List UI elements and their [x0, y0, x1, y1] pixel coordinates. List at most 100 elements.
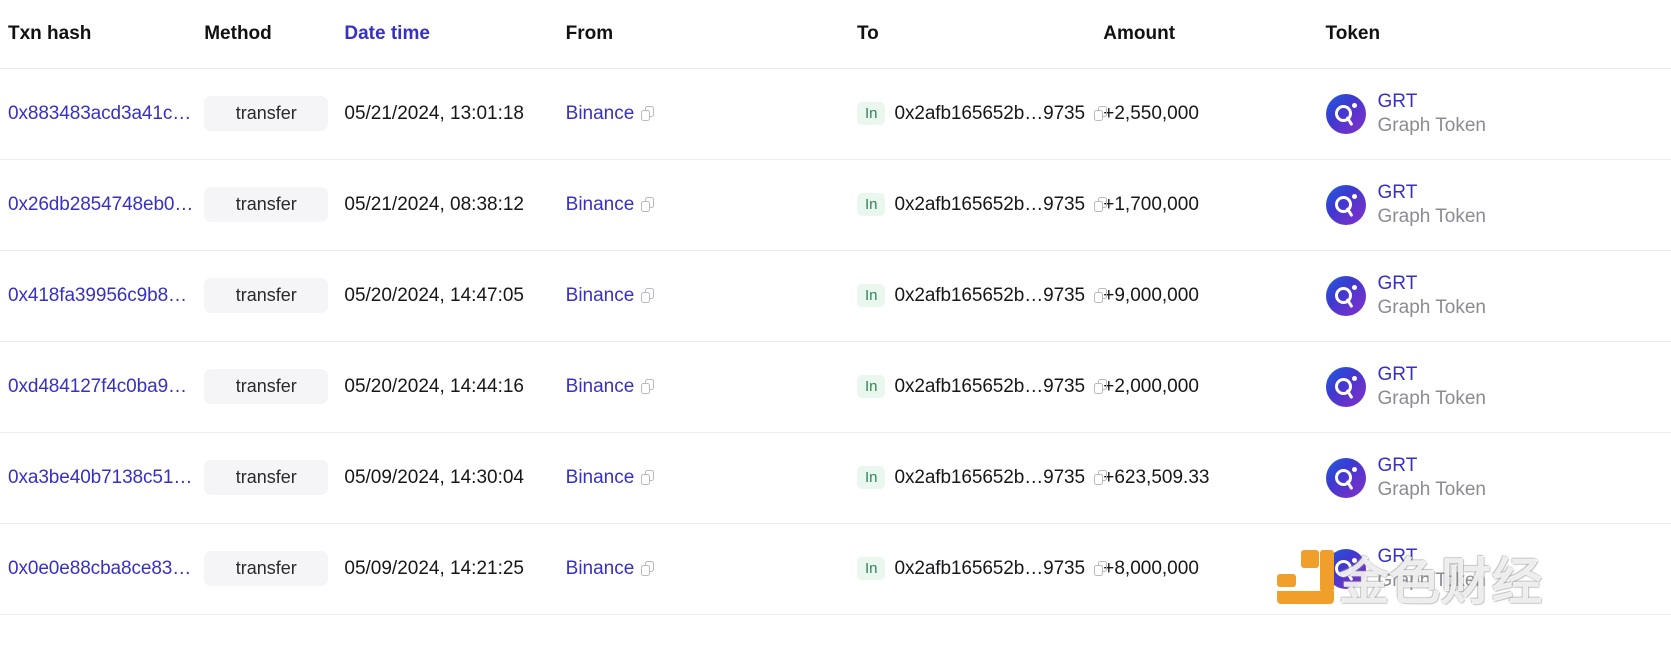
- copy-icon[interactable]: [1094, 197, 1107, 212]
- cell-token: GRTGraph Token: [1326, 341, 1671, 432]
- token-symbol[interactable]: GRT: [1378, 454, 1486, 478]
- cell-date-time: 05/21/2024, 13:01:18: [344, 68, 565, 159]
- txn-hash-link[interactable]: 0x418fa39956c9b8…: [8, 285, 187, 306]
- cell-method: transfer: [202, 341, 344, 432]
- cell-txn-hash: 0x26db2854748eb0…: [0, 159, 202, 250]
- copy-icon[interactable]: [1094, 379, 1107, 394]
- copy-icon[interactable]: [641, 197, 654, 212]
- column-header-date-time-label: Date time: [344, 23, 430, 44]
- method-badge: transfer: [204, 187, 328, 222]
- grt-token-logo-icon: [1326, 367, 1366, 407]
- cell-date-time: 05/20/2024, 14:47:05: [344, 250, 565, 341]
- grt-token-logo-icon: [1326, 185, 1366, 225]
- from-address-link[interactable]: Binance: [566, 376, 635, 398]
- table-header-row: Txn hash Method Date time From To Amount…: [0, 0, 1671, 68]
- table-row[interactable]: 0xd484127f4c0ba9… transfer 05/20/2024, 14:…: [0, 341, 1671, 432]
- from-address-link[interactable]: Binance: [566, 194, 635, 216]
- copy-icon[interactable]: [1094, 561, 1107, 576]
- cell-token: GRTGraph Token: [1326, 159, 1671, 250]
- token-symbol[interactable]: GRT: [1378, 90, 1486, 114]
- grt-token-logo-icon: [1326, 276, 1366, 316]
- txn-hash-link[interactable]: 0xa3be40b7138c51…: [8, 467, 192, 488]
- column-header-txn-hash[interactable]: Txn hash: [0, 0, 202, 68]
- method-badge: transfer: [204, 551, 328, 586]
- cell-method: transfer: [202, 523, 344, 614]
- cell-amount: +623,509.33: [1103, 432, 1325, 523]
- table-row[interactable]: 0x418fa39956c9b8… transfer 05/20/2024, 14:…: [0, 250, 1671, 341]
- cell-method: transfer: [202, 250, 344, 341]
- cell-txn-hash: 0xa3be40b7138c51…: [0, 432, 202, 523]
- to-address: 0x2afb165652b…9735: [894, 376, 1084, 398]
- cell-token: GRTGraph Token: [1326, 250, 1671, 341]
- cell-amount: +9,000,000: [1103, 250, 1325, 341]
- copy-icon[interactable]: [1094, 106, 1107, 121]
- from-address-link[interactable]: Binance: [566, 558, 635, 580]
- from-address-link[interactable]: Binance: [566, 467, 635, 489]
- copy-icon[interactable]: [641, 561, 654, 576]
- grt-token-logo-icon: [1326, 94, 1366, 134]
- method-badge: transfer: [204, 369, 328, 404]
- token-symbol[interactable]: GRT: [1378, 181, 1486, 205]
- direction-badge: In: [857, 284, 886, 307]
- table-row[interactable]: 0x883483acd3a41c… transfer 05/21/2024, 13:…: [0, 68, 1671, 159]
- cell-method: transfer: [202, 68, 344, 159]
- cell-from: Binance: [566, 341, 851, 432]
- token-name: Graph Token: [1378, 296, 1486, 320]
- direction-badge: In: [857, 557, 886, 580]
- grt-token-logo-icon: [1326, 549, 1366, 589]
- column-header-to[interactable]: To: [851, 0, 1103, 68]
- column-header-method[interactable]: Method: [202, 0, 344, 68]
- from-address-link[interactable]: Binance: [566, 103, 635, 125]
- column-header-to-label: To: [857, 23, 879, 44]
- cell-date-time: 05/09/2024, 14:30:04: [344, 432, 565, 523]
- column-header-txn-hash-label: Txn hash: [8, 23, 91, 44]
- table-body: 0x883483acd3a41c… transfer 05/21/2024, 13:…: [0, 68, 1671, 614]
- cell-date-time: 05/20/2024, 14:44:16: [344, 341, 565, 432]
- from-address-link[interactable]: Binance: [566, 285, 635, 307]
- table-row[interactable]: 0x26db2854748eb0… transfer 05/21/2024, 08:…: [0, 159, 1671, 250]
- cell-txn-hash: 0xd484127f4c0ba9…: [0, 341, 202, 432]
- column-header-from[interactable]: From: [566, 0, 851, 68]
- copy-icon[interactable]: [641, 106, 654, 121]
- copy-icon[interactable]: [641, 379, 654, 394]
- column-header-token-label: Token: [1326, 23, 1381, 44]
- column-header-amount[interactable]: Amount: [1103, 0, 1325, 68]
- cell-from: Binance: [566, 523, 851, 614]
- cell-txn-hash: 0x0e0e88cba8ce83…: [0, 523, 202, 614]
- token-symbol[interactable]: GRT: [1378, 363, 1486, 387]
- txn-hash-link[interactable]: 0x883483acd3a41c…: [8, 103, 191, 124]
- cell-from: Binance: [566, 250, 851, 341]
- cell-to: In0x2afb165652b…9735: [851, 523, 1103, 614]
- method-badge: transfer: [204, 96, 328, 131]
- txn-hash-link[interactable]: 0xd484127f4c0ba9…: [8, 376, 187, 397]
- token-name: Graph Token: [1378, 478, 1486, 502]
- cell-token: GRTGraph Token: [1326, 68, 1671, 159]
- direction-badge: In: [857, 375, 886, 398]
- column-header-token[interactable]: Token: [1326, 0, 1671, 68]
- txn-hash-link[interactable]: 0x0e0e88cba8ce83…: [8, 558, 191, 579]
- token-symbol[interactable]: GRT: [1378, 272, 1486, 296]
- txn-hash-link[interactable]: 0x26db2854748eb0…: [8, 194, 193, 215]
- cell-date-time: 05/21/2024, 08:38:12: [344, 159, 565, 250]
- cell-from: Binance: [566, 68, 851, 159]
- token-name: Graph Token: [1378, 114, 1486, 138]
- token-name: Graph Token: [1378, 205, 1486, 229]
- copy-icon[interactable]: [1094, 470, 1107, 485]
- to-address: 0x2afb165652b…9735: [894, 285, 1084, 307]
- token-symbol[interactable]: GRT: [1378, 545, 1486, 569]
- token-name: Graph Token: [1378, 387, 1486, 411]
- cell-amount: +1,700,000: [1103, 159, 1325, 250]
- table-row[interactable]: 0x0e0e88cba8ce83…transfer05/09/2024, 14:…: [0, 523, 1671, 614]
- to-address: 0x2afb165652b…9735: [894, 103, 1084, 125]
- column-header-date-time[interactable]: Date time: [344, 0, 565, 68]
- column-header-amount-label: Amount: [1103, 23, 1175, 44]
- copy-icon[interactable]: [1094, 288, 1107, 303]
- cell-from: Binance: [566, 432, 851, 523]
- table-row[interactable]: 0xa3be40b7138c51… transfer 05/09/2024, 14:…: [0, 432, 1671, 523]
- method-badge: transfer: [204, 278, 328, 313]
- transactions-table: Txn hash Method Date time From To Amount…: [0, 0, 1671, 615]
- copy-icon[interactable]: [641, 288, 654, 303]
- copy-icon[interactable]: [641, 470, 654, 485]
- method-badge: transfer: [204, 460, 328, 495]
- cell-to: In0x2afb165652b…9735: [851, 68, 1103, 159]
